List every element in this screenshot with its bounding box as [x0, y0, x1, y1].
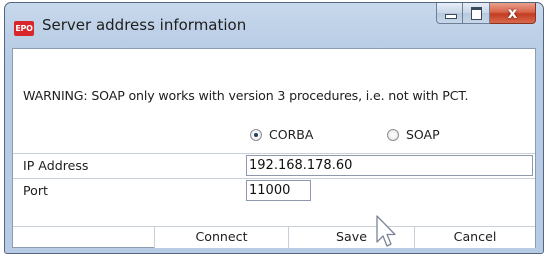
button-bar: Connect Save Cancel [13, 226, 535, 248]
ip-address-row: IP Address 192.168.178.60 [13, 153, 535, 178]
dialog-window: EPO Server address information x WARNING… [4, 2, 544, 254]
ip-address-label: IP Address [23, 158, 89, 173]
port-label: Port [23, 183, 48, 198]
dialog-content: WARNING: SOAP only works with version 3 … [12, 48, 536, 248]
mouse-cursor-icon [376, 215, 396, 247]
radio-soap-label: SOAP [406, 127, 440, 142]
soap-warning-text: WARNING: SOAP only works with version 3 … [23, 88, 469, 103]
radio-corba-label: CORBA [269, 127, 314, 142]
maximize-icon [471, 7, 482, 20]
port-row: Port 11000 [13, 178, 535, 203]
close-icon: x [507, 4, 518, 22]
maximize-button[interactable] [463, 3, 490, 24]
window-title: Server address information [42, 16, 247, 34]
radio-unchecked-icon [387, 128, 399, 141]
app-icon: EPO [14, 21, 34, 36]
radio-corba[interactable]: CORBA [250, 127, 313, 142]
ip-address-input[interactable]: 192.168.178.60 [246, 155, 533, 176]
close-button[interactable]: x [490, 3, 536, 24]
connect-button[interactable]: Connect [154, 227, 288, 248]
radio-soap[interactable]: SOAP [387, 127, 440, 142]
caption-buttons: x [436, 3, 536, 24]
cancel-button[interactable]: Cancel [414, 227, 535, 248]
radio-checked-icon [250, 128, 262, 141]
minimize-icon [445, 14, 457, 19]
title-bar[interactable]: EPO Server address information x [5, 3, 543, 49]
minimize-button[interactable] [436, 3, 463, 24]
port-input[interactable]: 11000 [246, 180, 311, 201]
